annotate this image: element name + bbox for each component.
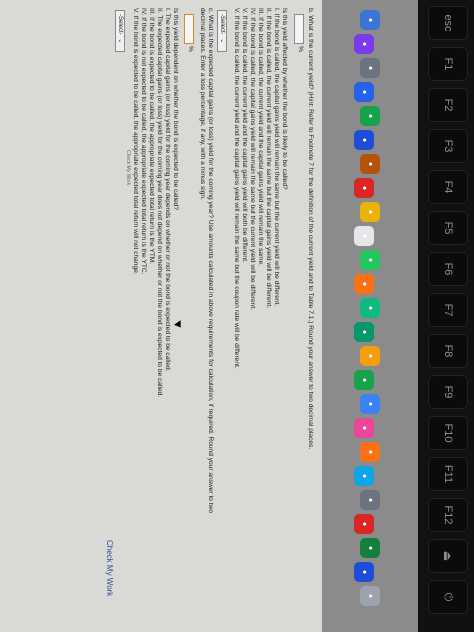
maps-icon[interactable]: • bbox=[360, 250, 380, 270]
keyboard-key: F6 bbox=[428, 252, 468, 286]
assignment-page: Check My Work b. What is the current yie… bbox=[0, 0, 322, 632]
photos-icon[interactable]: • bbox=[354, 274, 374, 294]
keyboard-key: F12 bbox=[428, 498, 468, 532]
keynote-icon[interactable]: • bbox=[360, 394, 380, 414]
option-2-ii: II. The expected capital gains (or loss)… bbox=[156, 8, 163, 398]
trash-icon[interactable]: • bbox=[360, 586, 380, 606]
mail-icon[interactable]: • bbox=[354, 130, 374, 150]
dependent-question: Is this yield dependent on whether the b… bbox=[172, 8, 179, 210]
launchpad-icon[interactable]: • bbox=[360, 58, 380, 78]
question-b: b. What is the current yield? (Hint: Ref… bbox=[307, 8, 314, 450]
option-2-v: V. If the bond is expected to be called,… bbox=[132, 8, 139, 275]
question-c-line2: decimal places. Enter a loss percentage,… bbox=[199, 8, 206, 200]
option-1-v-alt: V. If the bond is called, the current yi… bbox=[233, 8, 240, 369]
safari-icon[interactable]: • bbox=[354, 82, 374, 102]
option-1-v: V. If the bond is called, the current yi… bbox=[241, 8, 248, 263]
chrome-icon[interactable]: • bbox=[360, 106, 380, 126]
option-1-iv: IV. If the bond is called, the capital g… bbox=[249, 8, 256, 311]
mac-dock: • • • • • • • • • • • • • • • • • • • • • • • • • bbox=[322, 0, 418, 632]
keyboard-key: F8 bbox=[428, 334, 468, 368]
word-icon[interactable]: • bbox=[354, 562, 374, 582]
ibooks-icon[interactable]: • bbox=[360, 442, 380, 462]
keyboard-key: F4 bbox=[428, 170, 468, 204]
select-label-1: -Select- bbox=[219, 14, 225, 35]
question-c-line1: c. What is the expected capital gains (o… bbox=[207, 8, 214, 514]
percent-unit-2: % bbox=[187, 46, 194, 52]
keyboard-key: F2 bbox=[428, 88, 468, 122]
keyboard-key: F7 bbox=[428, 293, 468, 327]
current-yield-input[interactable] bbox=[294, 14, 304, 44]
contacts-icon[interactable]: • bbox=[360, 154, 380, 174]
select-label-2: -Select- bbox=[117, 14, 123, 35]
keyboard-key: F10 bbox=[428, 416, 468, 450]
facetime-icon[interactable]: • bbox=[354, 322, 374, 342]
option-1-ii: II. If the bond is called, the current y… bbox=[265, 8, 272, 309]
excel-icon[interactable]: • bbox=[360, 538, 380, 558]
option-1-iii: III. If the bond is called, the current … bbox=[257, 8, 264, 267]
option-2-i: I. The expected capital gains (or loss) … bbox=[164, 8, 171, 372]
affected-question: Is this yield affected by whether the bo… bbox=[281, 8, 288, 190]
siri-icon[interactable]: • bbox=[354, 34, 374, 54]
keyboard-key: F1 bbox=[428, 47, 468, 81]
option-2-iii: III. If the bond is expected to be calle… bbox=[148, 8, 155, 265]
keyboard-row: esc F1 F2 F3 F4 F5 F6 F7 F8 F9 F10 F11 F12 ⏏ ⏻ bbox=[418, 0, 474, 632]
chevron-down-icon: ⌄ bbox=[117, 38, 123, 44]
check-my-work-link[interactable]: Check My Work bbox=[105, 540, 114, 596]
numbers-icon[interactable]: • bbox=[354, 370, 374, 390]
itunes-icon[interactable]: • bbox=[354, 418, 374, 438]
select-dropdown-2[interactable]: -Select- ⌄ bbox=[115, 10, 125, 52]
messages-icon[interactable]: • bbox=[360, 298, 380, 318]
chevron-down-icon: ⌄ bbox=[219, 38, 225, 44]
app-store-icon[interactable]: • bbox=[354, 466, 374, 486]
option-1-i: I. If the bond is called, the capital ga… bbox=[273, 8, 280, 307]
mouse-cursor-icon bbox=[174, 320, 184, 330]
calendar-icon[interactable]: • bbox=[354, 178, 374, 198]
percent-unit-1: % bbox=[297, 46, 304, 52]
finder-icon[interactable]: • bbox=[360, 10, 380, 30]
screen-stage: esc F1 F2 F3 F4 F5 F6 F7 F8 F9 F10 F11 F12 ⏏ ⏻ • • • • • • •… bbox=[0, 0, 474, 632]
notes-icon[interactable]: • bbox=[360, 202, 380, 222]
keyboard-key: F11 bbox=[428, 457, 468, 491]
pages-icon[interactable]: • bbox=[360, 346, 380, 366]
keyboard-key: ⏻ bbox=[428, 580, 468, 614]
system-preferences-icon[interactable]: • bbox=[360, 490, 380, 510]
keyboard-key: F9 bbox=[428, 375, 468, 409]
reminders-icon[interactable]: • bbox=[354, 226, 374, 246]
powerpoint-icon[interactable]: • bbox=[354, 514, 374, 534]
keyboard-key: F5 bbox=[428, 211, 468, 245]
select-dropdown-1[interactable]: -Select- ⌄ bbox=[217, 10, 227, 52]
keyboard-key: F3 bbox=[428, 129, 468, 163]
option-2-iv: IV. If the bond is not expected to be ca… bbox=[140, 8, 147, 275]
keyboard-key: esc bbox=[428, 6, 468, 40]
capital-gains-yield-input[interactable] bbox=[184, 14, 194, 44]
keyboard-key: ⏏ bbox=[428, 539, 468, 573]
